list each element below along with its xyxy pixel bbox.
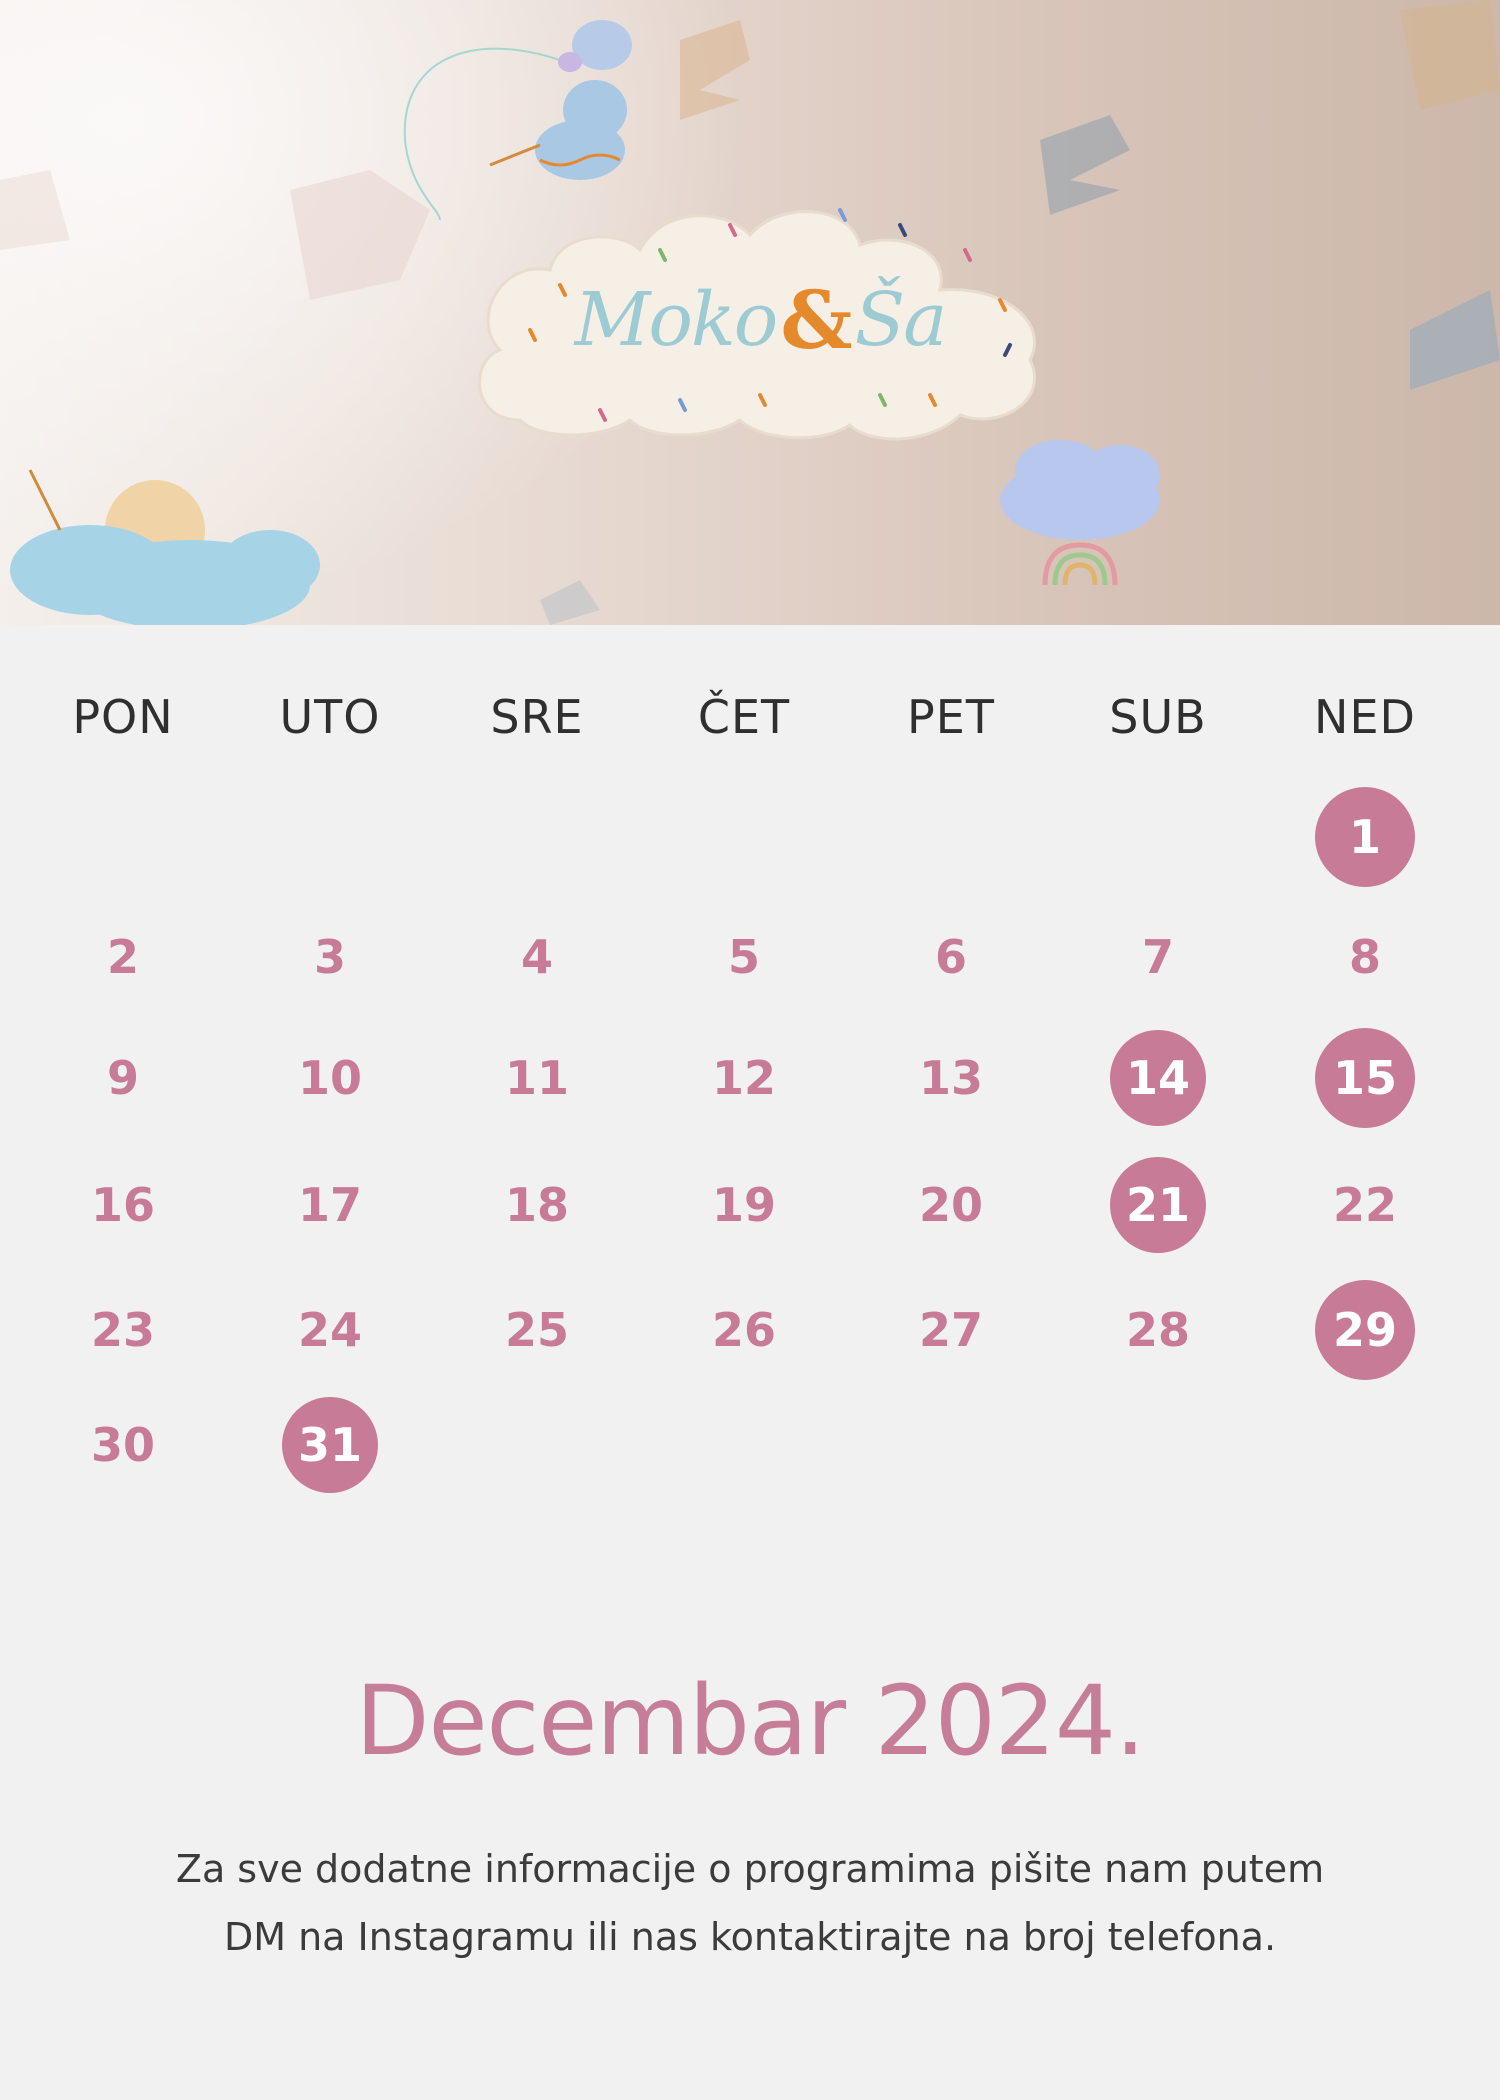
day-22: 22 (1332, 1178, 1397, 1232)
logo-part-1: Moko (574, 277, 779, 363)
day-10: 10 (297, 1051, 362, 1105)
day-26: 26 (711, 1303, 776, 1357)
day-15-highlighted: 15 (1315, 1028, 1415, 1128)
day-28: 28 (1125, 1303, 1190, 1357)
logo-ampersand: & (780, 273, 852, 367)
day-17: 17 (297, 1178, 362, 1232)
day-19: 19 (711, 1178, 776, 1232)
info-line-2: DM na Instagramu ili nas kontaktirajte n… (223, 1915, 1277, 1959)
weekday-pet: PET (907, 690, 995, 744)
day-30: 30 (90, 1418, 155, 1472)
day-7: 7 (1141, 930, 1174, 984)
day-3: 3 (313, 930, 346, 984)
day-6: 6 (934, 930, 967, 984)
brand-logo: Moko & Ša (540, 245, 980, 395)
weekday-čet: ČET (697, 690, 791, 744)
day-20: 20 (918, 1178, 983, 1232)
day-18: 18 (504, 1178, 569, 1232)
logo-part-2: Ša (854, 277, 948, 363)
day-31-highlighted: 31 (282, 1397, 378, 1493)
day-5: 5 (727, 930, 760, 984)
day-29-highlighted: 29 (1315, 1280, 1415, 1380)
day-9: 9 (106, 1051, 139, 1105)
day-2: 2 (106, 930, 139, 984)
month-title: Decembar 2024. (355, 1665, 1146, 1777)
day-11: 11 (504, 1051, 569, 1105)
day-24: 24 (297, 1303, 362, 1357)
weekday-sre: SRE (490, 690, 584, 744)
day-16: 16 (90, 1178, 155, 1232)
day-8: 8 (1348, 930, 1381, 984)
day-25: 25 (504, 1303, 569, 1357)
day-27: 27 (918, 1303, 983, 1357)
day-1-highlighted: 1 (1315, 787, 1415, 887)
cloud-figure-top (489, 20, 632, 180)
weekday-uto: UTO (279, 690, 381, 744)
weekday-ned: NED (1314, 690, 1416, 744)
cloud-right-rainbow (1000, 440, 1160, 586)
cloud-bottom-left (10, 469, 320, 625)
day-21-highlighted: 21 (1110, 1157, 1206, 1253)
weekday-header: PON UTO SRE ČET PET SUB NED (0, 690, 1500, 760)
weekday-sub: SUB (1109, 690, 1207, 744)
day-12: 12 (711, 1051, 776, 1105)
info-line-1: Za sve dodatne informacije o programima … (175, 1847, 1325, 1891)
day-4: 4 (520, 930, 553, 984)
info-text: Za sve dodatne informacije o programima … (0, 1835, 1500, 1971)
day-13: 13 (918, 1051, 983, 1105)
weekday-pon: PON (72, 690, 174, 744)
hero-image: Moko & Ša (0, 0, 1500, 625)
day-14-highlighted: 14 (1110, 1030, 1206, 1126)
day-23: 23 (90, 1303, 155, 1357)
